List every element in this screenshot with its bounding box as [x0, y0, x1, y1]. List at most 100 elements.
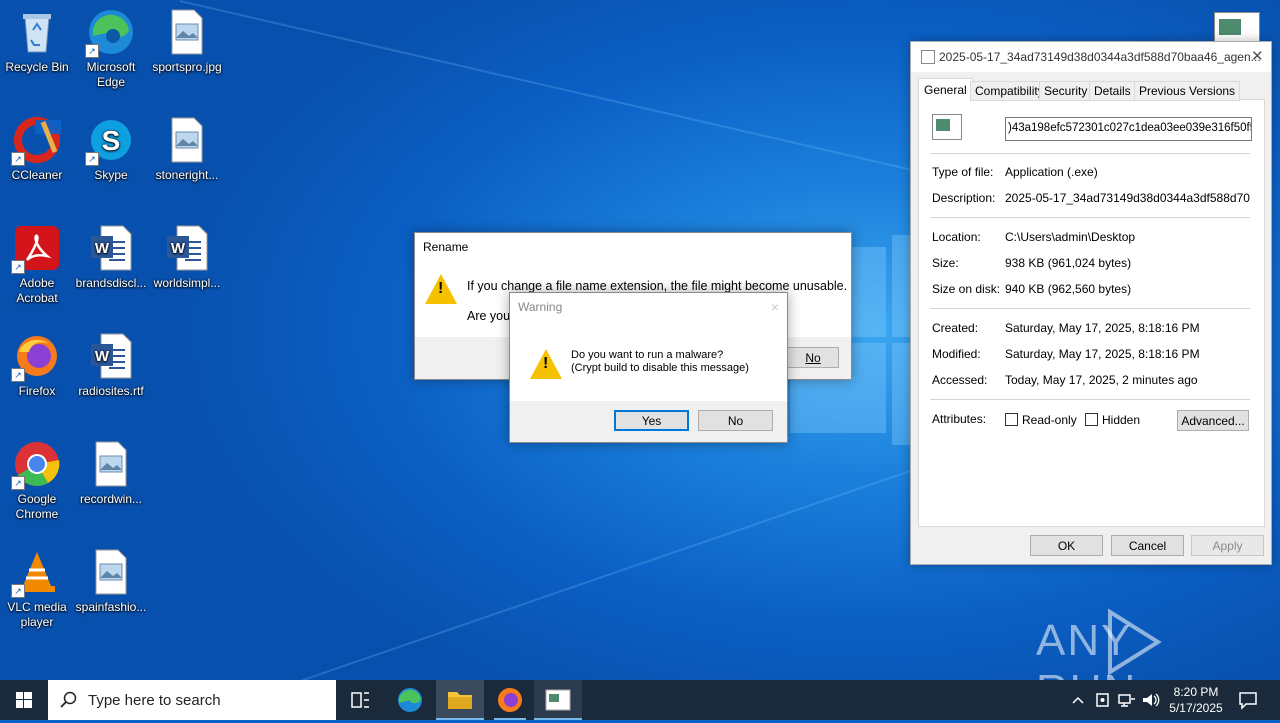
- icon-label: sportspro.jpg: [152, 60, 222, 74]
- properties-titlebar: 2025-05-17_34ad73149d38d0344a3df588d70ba…: [911, 42, 1271, 72]
- desktop-icon-recycle-bin[interactable]: Recycle Bin: [0, 8, 74, 75]
- icon-label: CCleaner: [11, 168, 63, 182]
- advanced-button[interactable]: Advanced...: [1177, 410, 1249, 431]
- taskbar-clock[interactable]: 8:20 PM 5/17/2025: [1160, 684, 1232, 716]
- close-icon[interactable]: ×: [771, 299, 779, 315]
- warning-message-line2: (Crypt build to disable this message): [571, 362, 749, 374]
- icon-label: Google Chrome: [15, 492, 59, 521]
- rename-message: If you change a file name extension, the…: [467, 279, 848, 293]
- recycle-bin-icon: [13, 8, 61, 56]
- taskbar-firefox[interactable]: [486, 680, 534, 720]
- desktop-icon-acrobat[interactable]: ↗ Adobe Acrobat: [0, 224, 74, 306]
- taskbar-edge[interactable]: [386, 680, 434, 720]
- size-label: Size:: [932, 256, 959, 270]
- desktop-icon-sportspro[interactable]: sportspro.jpg: [150, 8, 224, 75]
- type-label: Type of file:: [932, 165, 994, 179]
- search-icon: [60, 691, 77, 708]
- skype-icon: S ↗: [85, 116, 135, 166]
- taskbar-search-box[interactable]: Type here to search: [48, 680, 336, 720]
- edge-icon: ↗: [85, 8, 135, 58]
- apply-button[interactable]: Apply: [1191, 535, 1264, 556]
- device-icon[interactable]: [1095, 690, 1111, 713]
- ccleaner-icon: ↗: [11, 116, 61, 166]
- created-label: Created:: [932, 321, 979, 335]
- firefox-icon: [498, 688, 522, 712]
- checkbox-box: [1085, 413, 1098, 426]
- tab-security[interactable]: Security: [1039, 81, 1093, 101]
- tab-details[interactable]: Details: [1089, 81, 1136, 101]
- warning-icon: !: [425, 274, 457, 304]
- taskbar-properties-window[interactable]: [534, 680, 582, 720]
- windows-start-icon: [16, 692, 32, 708]
- warning-message-line1: Do you want to run a malware?: [571, 349, 724, 361]
- image-file-icon: [163, 116, 211, 164]
- filename-field[interactable]: )43a198efc572301c027c1dea03ee039e316f50f…: [1005, 117, 1252, 141]
- attributes-label: Attributes:: [932, 412, 987, 426]
- warning-dialog-title: Warning: [518, 300, 563, 314]
- clock-date: 5/17/2025: [1169, 701, 1223, 715]
- warning-dialog: Warning × ! Do you want to run a malware…: [509, 292, 788, 443]
- description-label: Description:: [932, 191, 996, 205]
- divider: [930, 217, 1250, 218]
- desktop-icon-edge[interactable]: ↗ Microsoft Edge: [74, 8, 148, 90]
- rename-no-button[interactable]: No: [787, 347, 839, 368]
- svg-text:W: W: [95, 240, 110, 257]
- icon-label: spainfashio...: [75, 600, 147, 614]
- icon-label: Skype: [94, 168, 128, 182]
- anyrun-watermark: ANY RUN: [1036, 606, 1236, 680]
- image-file-icon: [87, 440, 135, 488]
- desktop-icon-worldsimpl[interactable]: W worldsimpl...: [150, 224, 224, 291]
- ok-button[interactable]: OK: [1030, 535, 1103, 556]
- accessed-label: Accessed:: [932, 373, 988, 387]
- tab-previous-versions[interactable]: Previous Versions: [1134, 81, 1241, 101]
- close-icon[interactable]: ✕: [1251, 47, 1264, 65]
- cancel-button[interactable]: Cancel: [1111, 535, 1184, 556]
- desktop-icon-radiosites[interactable]: W radiosites.rtf: [74, 332, 148, 399]
- readonly-checkbox[interactable]: Read-only: [1005, 413, 1077, 427]
- desktop-icon-ccleaner[interactable]: ↗ CCleaner: [0, 116, 74, 183]
- desktop-icon-vlc[interactable]: ↗ VLC media player: [0, 548, 74, 630]
- desktop-icon-skype[interactable]: S ↗ Skype: [74, 116, 148, 183]
- start-button[interactable]: [0, 680, 48, 720]
- vlc-icon: ↗: [11, 548, 61, 598]
- size-on-disk-value: 940 KB (962,560 bytes): [1005, 282, 1132, 296]
- chrome-icon: ↗: [11, 440, 61, 490]
- image-file-icon: [163, 8, 211, 56]
- task-view-icon: [351, 692, 369, 708]
- icon-label: Firefox: [18, 384, 56, 398]
- desktop-icon-recordwin[interactable]: recordwin...: [74, 440, 148, 507]
- modified-value: Saturday, May 17, 2025, 8:18:16 PM: [1005, 347, 1200, 361]
- warning-icon: !: [530, 349, 562, 379]
- taskbar-file-explorer[interactable]: [436, 680, 484, 720]
- properties-title: 2025-05-17_34ad73149d38d0344a3df588d70ba…: [939, 50, 1261, 64]
- filename-value: )43a198efc572301c027c1dea03ee039e316f50f…: [1008, 122, 1252, 134]
- tab-general[interactable]: General: [918, 78, 973, 101]
- checkbox-box: [1005, 413, 1018, 426]
- desktop-icon-spainfashio[interactable]: spainfashio...: [74, 548, 148, 615]
- notification-icon[interactable]: [1238, 690, 1258, 713]
- icon-label: stoneright...: [155, 168, 219, 182]
- icon-label: radiosites.rtf: [78, 384, 144, 398]
- exe-file-icon[interactable]: [1214, 12, 1260, 44]
- word-doc-icon: W: [87, 332, 135, 380]
- hidden-checkbox[interactable]: Hidden: [1085, 413, 1140, 427]
- tab-compatibility[interactable]: Compatibility: [970, 81, 1049, 101]
- taskbar: Type here to search 8:20 PM 5/17/2025: [0, 680, 1280, 720]
- search-placeholder: Type here to search: [88, 692, 221, 709]
- description-value: 2025-05-17_34ad73149d38d0344a3df588d70ba…: [1005, 191, 1250, 205]
- warning-yes-button[interactable]: Yes: [614, 410, 689, 431]
- task-view-button[interactable]: [336, 680, 384, 720]
- app-window-icon: [545, 689, 571, 711]
- desktop-icon-firefox[interactable]: ↗ Firefox: [0, 332, 74, 399]
- icon-label: brandsdiscl...: [75, 276, 147, 290]
- volume-icon[interactable]: [1141, 690, 1161, 713]
- word-doc-icon: W: [87, 224, 135, 272]
- exe-file-icon: [932, 114, 962, 140]
- chevron-up-icon[interactable]: [1071, 690, 1085, 713]
- desktop-icon-brandsdiscl[interactable]: W brandsdiscl...: [74, 224, 148, 291]
- desktop-icon-stoneright[interactable]: stoneright...: [150, 116, 224, 183]
- network-icon[interactable]: [1118, 690, 1136, 713]
- warning-no-button[interactable]: No: [698, 410, 773, 431]
- desktop-icon-chrome[interactable]: ↗ Google Chrome: [0, 440, 74, 522]
- acrobat-icon: ↗: [11, 224, 61, 274]
